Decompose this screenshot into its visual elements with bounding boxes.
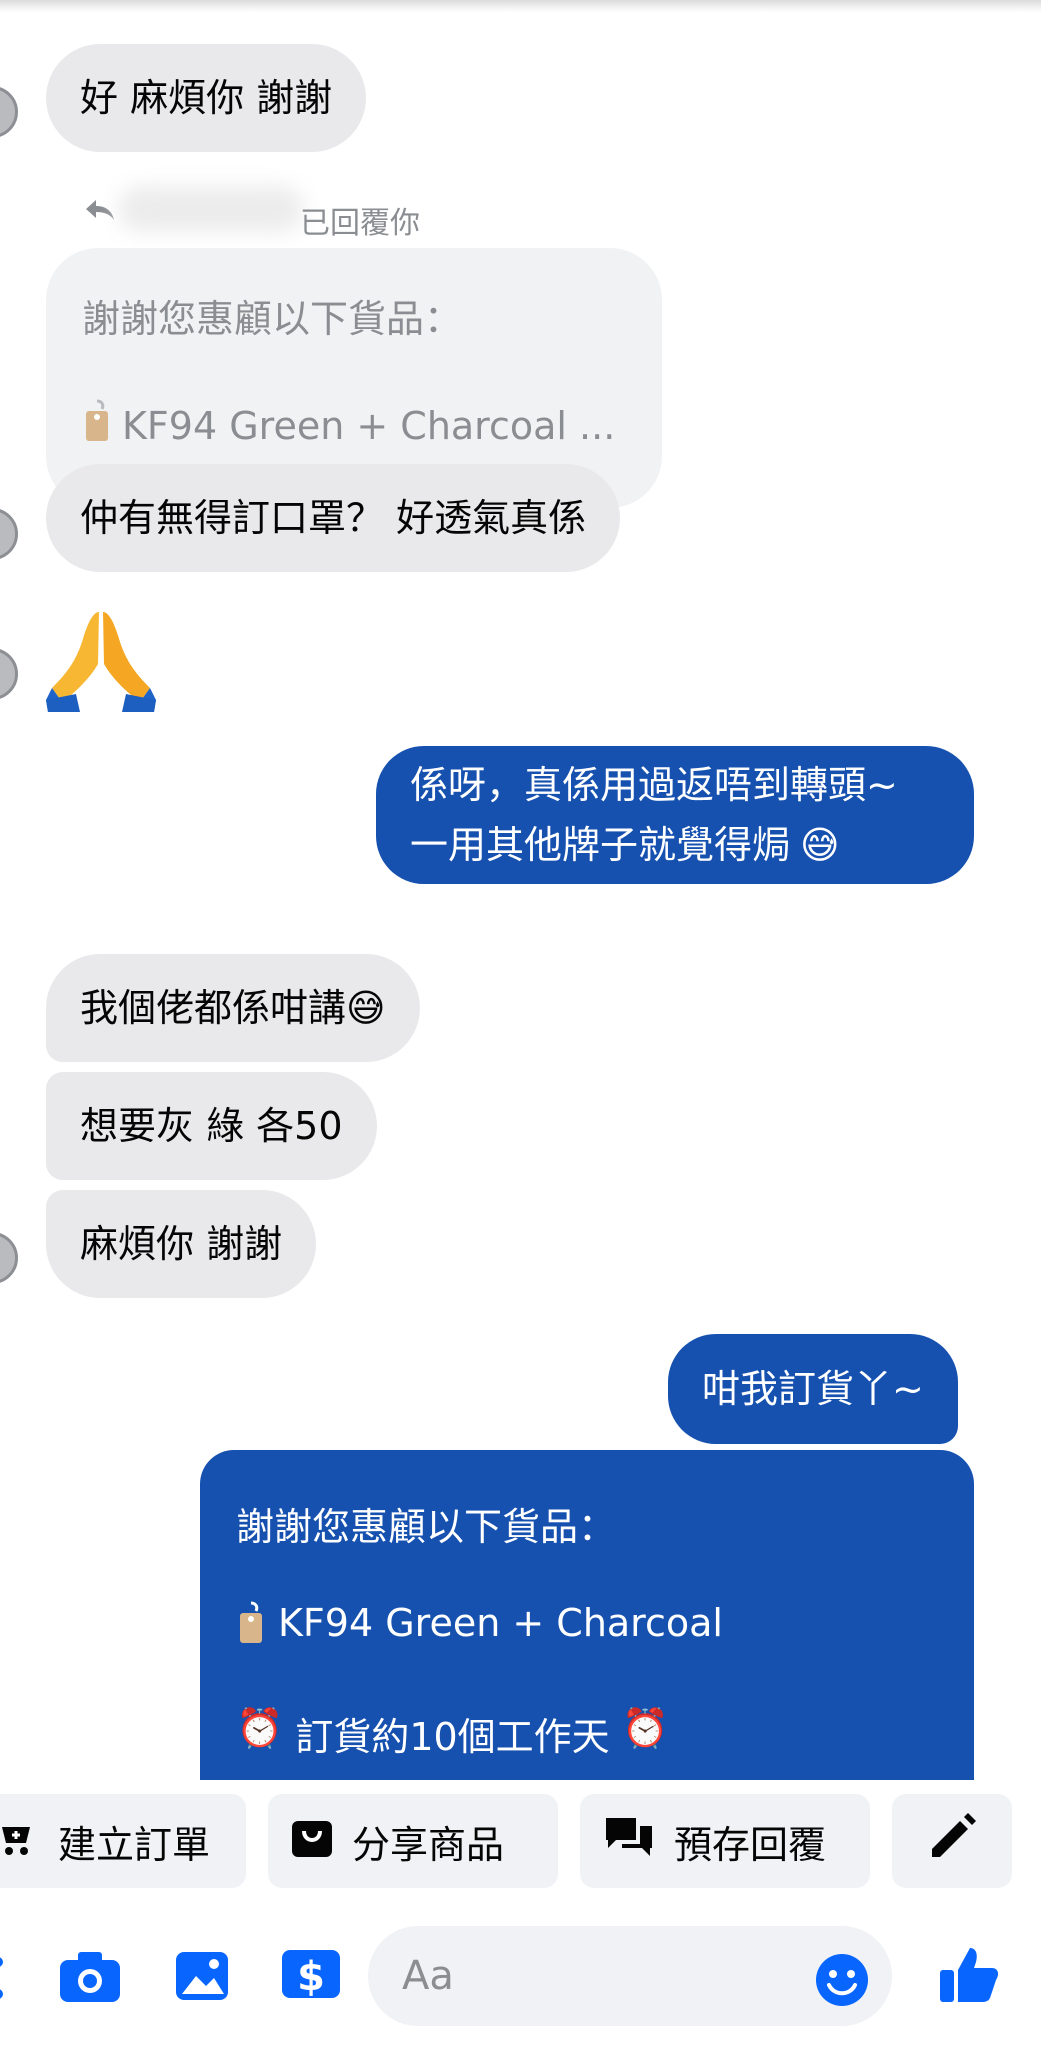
cart-plus-icon bbox=[0, 1817, 40, 1866]
share-product-button[interactable]: 分享商品 bbox=[268, 1794, 558, 1888]
sender-avatar[interactable] bbox=[0, 1232, 18, 1284]
card-note: 訂貨約10個工作天 bbox=[295, 1715, 610, 1759]
price-tag-icon bbox=[82, 399, 112, 452]
message-line: 一用其他牌子就覺得焗 bbox=[410, 823, 791, 867]
price-tag-icon bbox=[236, 1601, 266, 1654]
payment-icon[interactable]: $ bbox=[280, 1946, 342, 2006]
card-line: 謝謝您惠顧以下貨品： bbox=[236, 1496, 938, 1601]
incoming-message[interactable]: 好 麻煩你 謝謝 bbox=[46, 44, 367, 152]
sweat-smile-emoji: 😅 bbox=[346, 986, 386, 1030]
chat-bubbles-icon bbox=[602, 1814, 656, 1869]
reply-arrow-icon bbox=[84, 198, 116, 228]
quoted-product: KF94 Green + Charcoal ... bbox=[122, 403, 616, 448]
redacted-name bbox=[118, 186, 304, 232]
shopping-bag-icon bbox=[290, 1815, 334, 1868]
sender-avatar[interactable] bbox=[0, 86, 18, 138]
more-options-icon[interactable] bbox=[0, 1954, 10, 2006]
emoji-icon[interactable] bbox=[814, 1952, 870, 2012]
quoted-line: 謝謝您惠顧以下貨品： bbox=[82, 297, 463, 341]
outgoing-message[interactable]: 咁我訂貨丫~ bbox=[668, 1334, 958, 1444]
gallery-icon[interactable] bbox=[174, 1950, 230, 2006]
top-fade bbox=[0, 0, 1041, 12]
pencil-icon bbox=[926, 1811, 978, 1872]
create-order-button[interactable]: 建立訂單 bbox=[0, 1794, 246, 1888]
sender-avatar[interactable] bbox=[0, 648, 18, 700]
outgoing-message[interactable]: 係呀，真係用過返唔到轉頭~ 一用其他牌子就覺得焗 😅 bbox=[376, 746, 974, 884]
create-order-label: 建立訂單 bbox=[58, 1822, 211, 1867]
thumbs-up-icon[interactable] bbox=[938, 1944, 1000, 2010]
saved-replies-label: 預存回覆 bbox=[674, 1822, 827, 1867]
reply-hint-text: 已回覆你 bbox=[300, 206, 420, 241]
share-product-label: 分享商品 bbox=[352, 1822, 505, 1867]
message-text: 我個佬都係咁講 bbox=[80, 986, 347, 1030]
alarm-clock-icon: ⏰ bbox=[236, 1706, 284, 1750]
card-text: 謝謝您惠顧以下貨品： bbox=[236, 1505, 617, 1549]
camera-icon[interactable] bbox=[58, 1950, 122, 2008]
edit-button[interactable] bbox=[892, 1794, 1012, 1888]
message-input-placeholder: Aa bbox=[402, 1953, 454, 1999]
incoming-message[interactable]: 想要灰 綠 各50 bbox=[46, 1072, 377, 1180]
incoming-message[interactable]: 仲有無得訂口罩？ 好透氣真係 bbox=[46, 464, 621, 572]
card-line: KF94 Green + Charcoal bbox=[236, 1601, 938, 1706]
svg-text:$: $ bbox=[297, 1954, 325, 2000]
saved-replies-button[interactable]: 預存回覆 bbox=[580, 1794, 870, 1888]
alarm-clock-icon: ⏰ bbox=[621, 1706, 670, 1750]
folded-hands-emoji[interactable] bbox=[46, 608, 156, 712]
incoming-message[interactable]: 我個佬都係咁講😅 bbox=[46, 954, 420, 1062]
quick-action-bar: 建立訂單 分享商品 預存回覆 bbox=[0, 1780, 1041, 1898]
card-product: KF94 Green + Charcoal bbox=[278, 1601, 723, 1645]
sender-avatar[interactable] bbox=[0, 508, 18, 560]
message-line: 係呀，真係用過返唔到轉頭~ bbox=[410, 763, 898, 807]
composer-bar: $ Aa bbox=[0, 1898, 1041, 2048]
order-card[interactable]: 謝謝您惠顧以下貨品： KF94 Green + Charcoal ⏰ 訂貨約10… bbox=[200, 1450, 974, 1780]
incoming-message[interactable]: 麻煩你 謝謝 bbox=[46, 1190, 317, 1298]
sweat-smile-emoji: 😅 bbox=[800, 823, 840, 867]
